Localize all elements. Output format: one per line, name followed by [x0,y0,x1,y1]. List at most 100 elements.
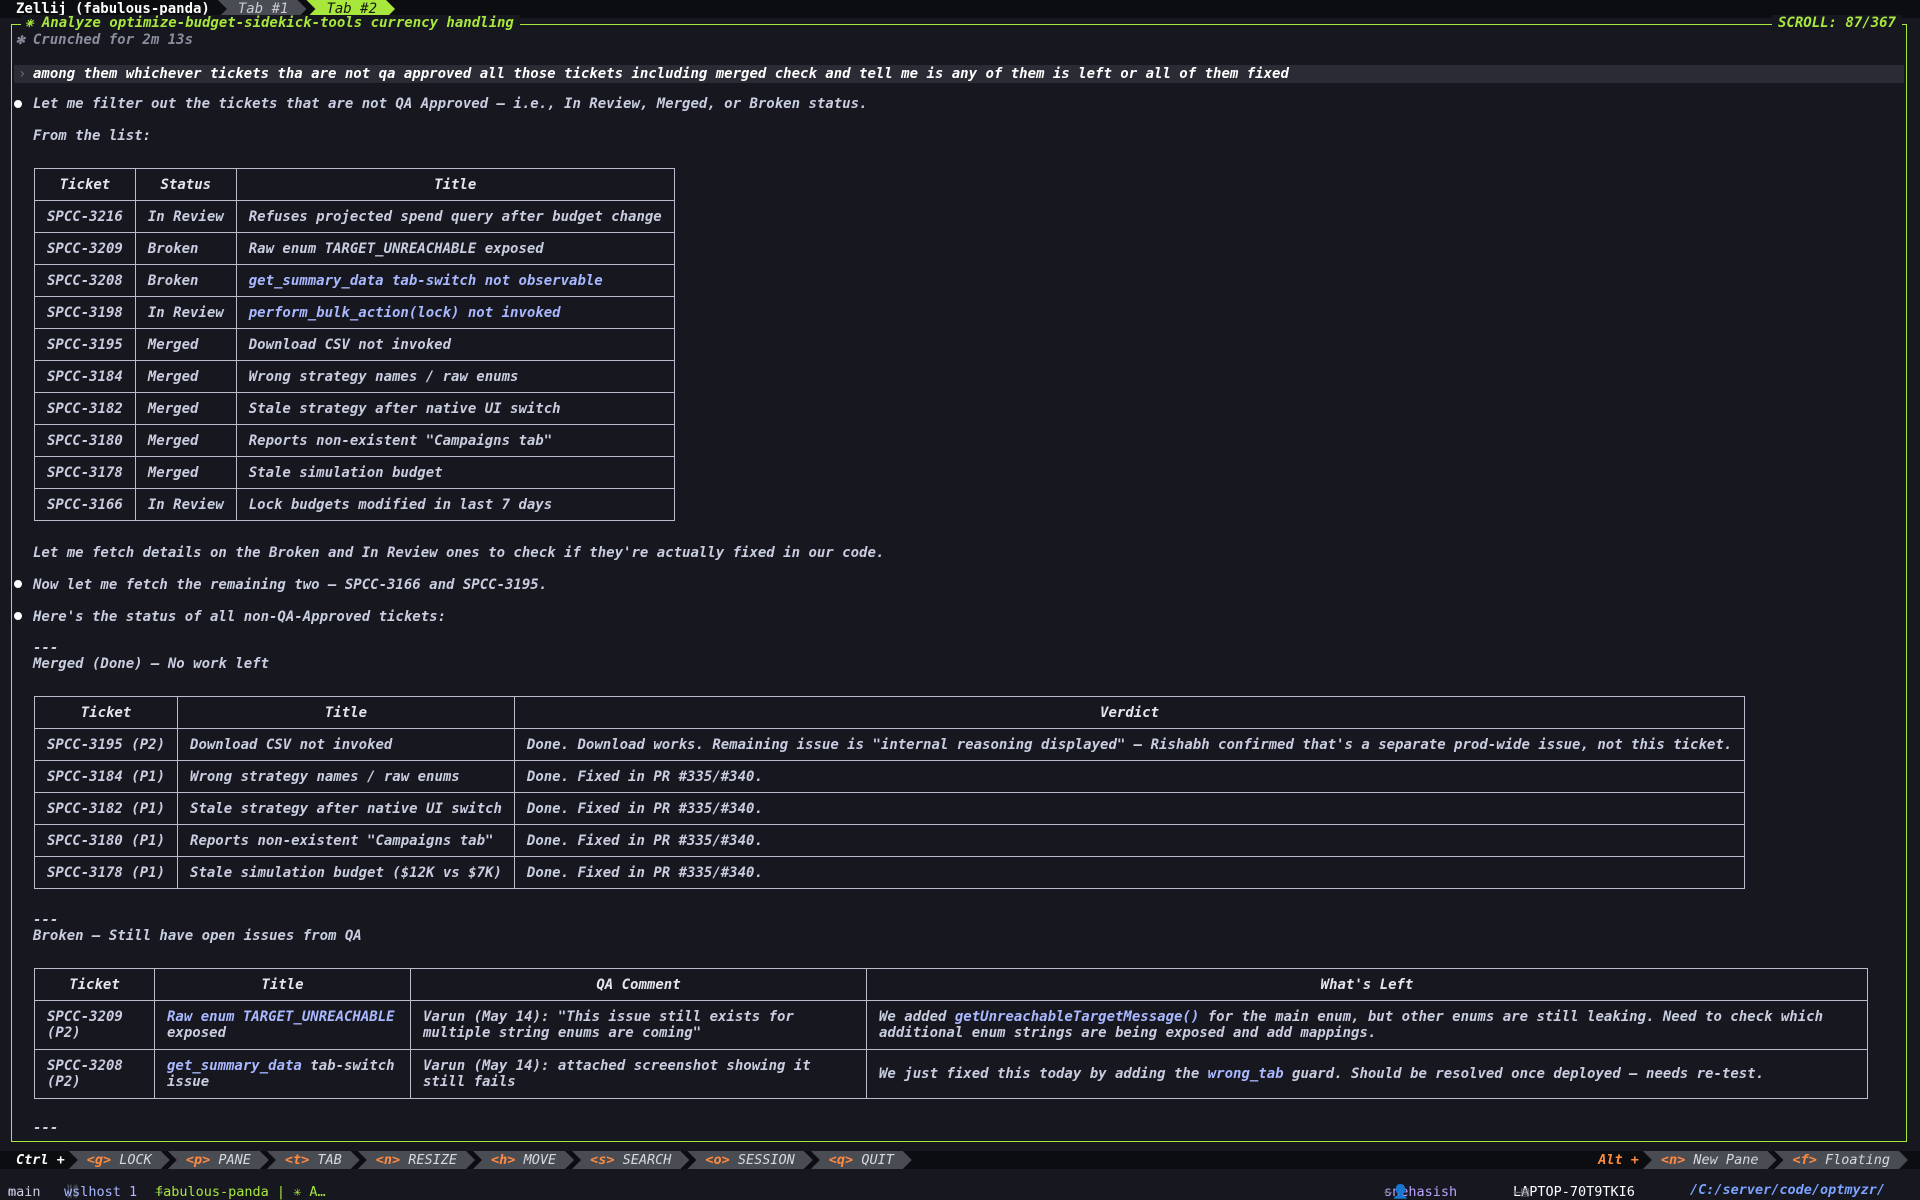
ticket-id: SPCC-3182 [34,392,136,425]
table-row: SPCC-3216 In Review Refuses projected spen… [34,200,675,233]
scroll-indicator: SCROLL: 87/367 [1771,15,1902,31]
key-label: MOVE [515,1152,557,1168]
key-hint: <f> [1792,1152,1817,1168]
user-icon: ←👤 [1384,1184,1409,1200]
keybinding-quit[interactable]: <q> QUIT [811,1151,912,1169]
header-qa-comment: QA Comment [410,968,867,1001]
ticket-title: get_summary_data tab-switch not observab… [235,264,675,297]
section-heading-broken: Broken — Still have open issues from QA [33,928,362,944]
table-row: SPCC-3184 Merged Wrong strategy names / ra… [34,360,675,393]
header-title: Title [177,696,515,729]
key-hint: <o> [705,1152,730,1168]
header-ticket: Ticket [33,696,179,729]
ticket-title: Wrong strategy names / raw enums [177,760,515,793]
ticket-id: SPCC-3195 [34,328,136,361]
ticket-status: In Review [134,296,237,329]
table-row: SPCC-3195 (P2) Download CSV not invoked Do… [33,728,1746,761]
ticket-title: Lock budgets modified in last 7 days [235,488,675,521]
key-label: SESSION [729,1152,795,1168]
host-name: wslhost 1 [64,1184,138,1200]
code-token: get_summary_data [167,1058,302,1074]
keybinding-lock[interactable]: <g> LOCK [69,1151,170,1169]
text: We just fixed this today by adding the [879,1066,1208,1082]
ticket-id: SPCC-3166 [34,488,136,521]
key-label: LOCK [111,1152,152,1168]
ticket-id: SPCC-3184 [34,360,136,393]
ticket-title: Raw enum TARGET_UNREACHABLE exposed [154,1000,411,1050]
text: guard. Should be resolved once deployed … [1283,1066,1765,1082]
ticket-id: SPCC-3216 [34,200,136,233]
qa-comment: Varun (May 14): "This issue still exists… [410,1000,867,1050]
key-label: SEARCH [614,1152,672,1168]
keybinding-search[interactable]: <s> SEARCH [572,1151,689,1169]
ticket-status: Merged [134,328,237,361]
keybinding-tab[interactable]: <t> TAB [267,1151,360,1169]
ticket-title: perform_bulk_action(lock) not invoked [235,296,675,329]
machine-label: LAPTOP-70T9TKI6 [1513,1184,1635,1200]
ticket-status: Merged [134,456,237,489]
section-heading-merged: Merged (Done) — No work left [33,656,270,672]
broken-tickets-table: Ticket Title QA Comment What's Left SPCC… [34,968,1868,1099]
table-row: SPCC-3180 (P1) Reports non-existent "Camp… [33,824,1746,857]
key-hint: <s> [590,1152,615,1168]
ticket-id: SPCC-3178 (P1) [33,856,179,889]
prompt-text: among them whichever tickets tha are not… [33,66,1289,82]
key-hint: <g> [86,1152,112,1168]
computer-icon: ←▤ [1513,1184,1530,1200]
ticket-title: Raw enum TARGET_UNREACHABLE exposed [235,232,675,265]
table-row: SPCC-3166 In Review Lock budgets modified … [34,488,675,521]
ticket-id: SPCC-3180 [34,424,136,457]
key-hint: <n> [1660,1152,1686,1168]
ticket-verdict: Done. Fixed in PR #335/#340. [513,856,1746,889]
from-list-label: From the list: [33,128,152,144]
whats-left: We added getUnreachableTargetMessage() f… [866,1000,1868,1050]
ctrl-label: Ctrl + [16,1152,65,1168]
key-hint: <t> [284,1152,310,1168]
ticket-status: Merged [134,424,237,457]
crunched-status: ✻ Crunched for 2m 13s [16,32,194,48]
pane-title: ✳ Analyze optimize-budget-sidekick-tools… [21,15,520,31]
ticket-id: SPCC-3182 (P1) [33,792,179,825]
text: We added [879,1009,955,1025]
table-row: SPCC-3182 (P1) Stale strategy after nativ… [33,792,1746,825]
ticket-title: Stale simulation budget ($12K vs $7K) [177,856,515,889]
table-row: SPCC-3195 Merged Download CSV not invoked [34,328,675,361]
key-label: QUIT [853,1152,894,1168]
ticket-verdict: Done. Fixed in PR #335/#340. [513,760,1746,793]
whats-left: We just fixed this today by adding the w… [866,1049,1868,1099]
ticket-title: Download CSV not invoked [177,728,515,761]
ticket-title: Wrong strategy names / raw enums [235,360,675,393]
ticket-title: Reports non-existent "Campaigns tab" [235,424,675,457]
key-label: New Pane [1685,1152,1759,1168]
table-row: SPCC-3178 Merged Stale simulation budget [34,456,675,489]
header-ticket: Ticket [34,168,136,201]
ticket-title: Stale simulation budget [235,456,675,489]
table-header-row: Ticket Title Verdict [33,696,1746,729]
table-row: SPCC-3209 (P2) Raw enum TARGET_UNREACHABL… [34,1000,1868,1050]
keybinding-move[interactable]: <h> MOVE [473,1151,574,1169]
key-label: TAB [309,1152,342,1168]
table-row: SPCC-3180 Merged Reports non-existent "Cam… [34,424,675,457]
ticket-id: SPCC-3180 (P1) [33,824,179,857]
qa-comment: Varun (May 14): attached screenshot show… [410,1049,867,1099]
assistant-message: Now let me fetch the remaining two — SPC… [33,577,548,593]
ticket-verdict: Done. Fixed in PR #335/#340. [513,792,1746,825]
table-header-row: Ticket Title QA Comment What's Left [34,968,1868,1001]
table-row: SPCC-3184 (P1) Wrong strategy names / raw… [33,760,1746,793]
keybinding-new-pane[interactable]: <n> New Pane [1643,1151,1777,1169]
ticket-title: Refuses projected spend query after budg… [235,200,675,233]
keybinding-floating[interactable]: <f> Floating [1774,1151,1908,1169]
key-hint: <h> [491,1152,516,1168]
branch-name: main [8,1184,41,1200]
keybinding-resize[interactable]: <n> RESIZE [358,1151,475,1169]
code-token: wrong_tab [1207,1066,1284,1082]
key-label: PANE [210,1152,251,1168]
key-label: Floating [1816,1152,1890,1168]
bullet-icon [14,580,22,588]
ticket-id: SPCC-3208 [34,264,136,297]
keybinding-pane[interactable]: <p> PANE [168,1151,269,1169]
ticket-verdict: Done. Download works. Remaining issue is… [513,728,1746,761]
assistant-message: Let me filter out the tickets that are n… [33,96,868,112]
keybinding-session[interactable]: <o> SESSION [687,1151,812,1169]
ticket-title: get_summary_data tab-switch issue [154,1049,411,1099]
